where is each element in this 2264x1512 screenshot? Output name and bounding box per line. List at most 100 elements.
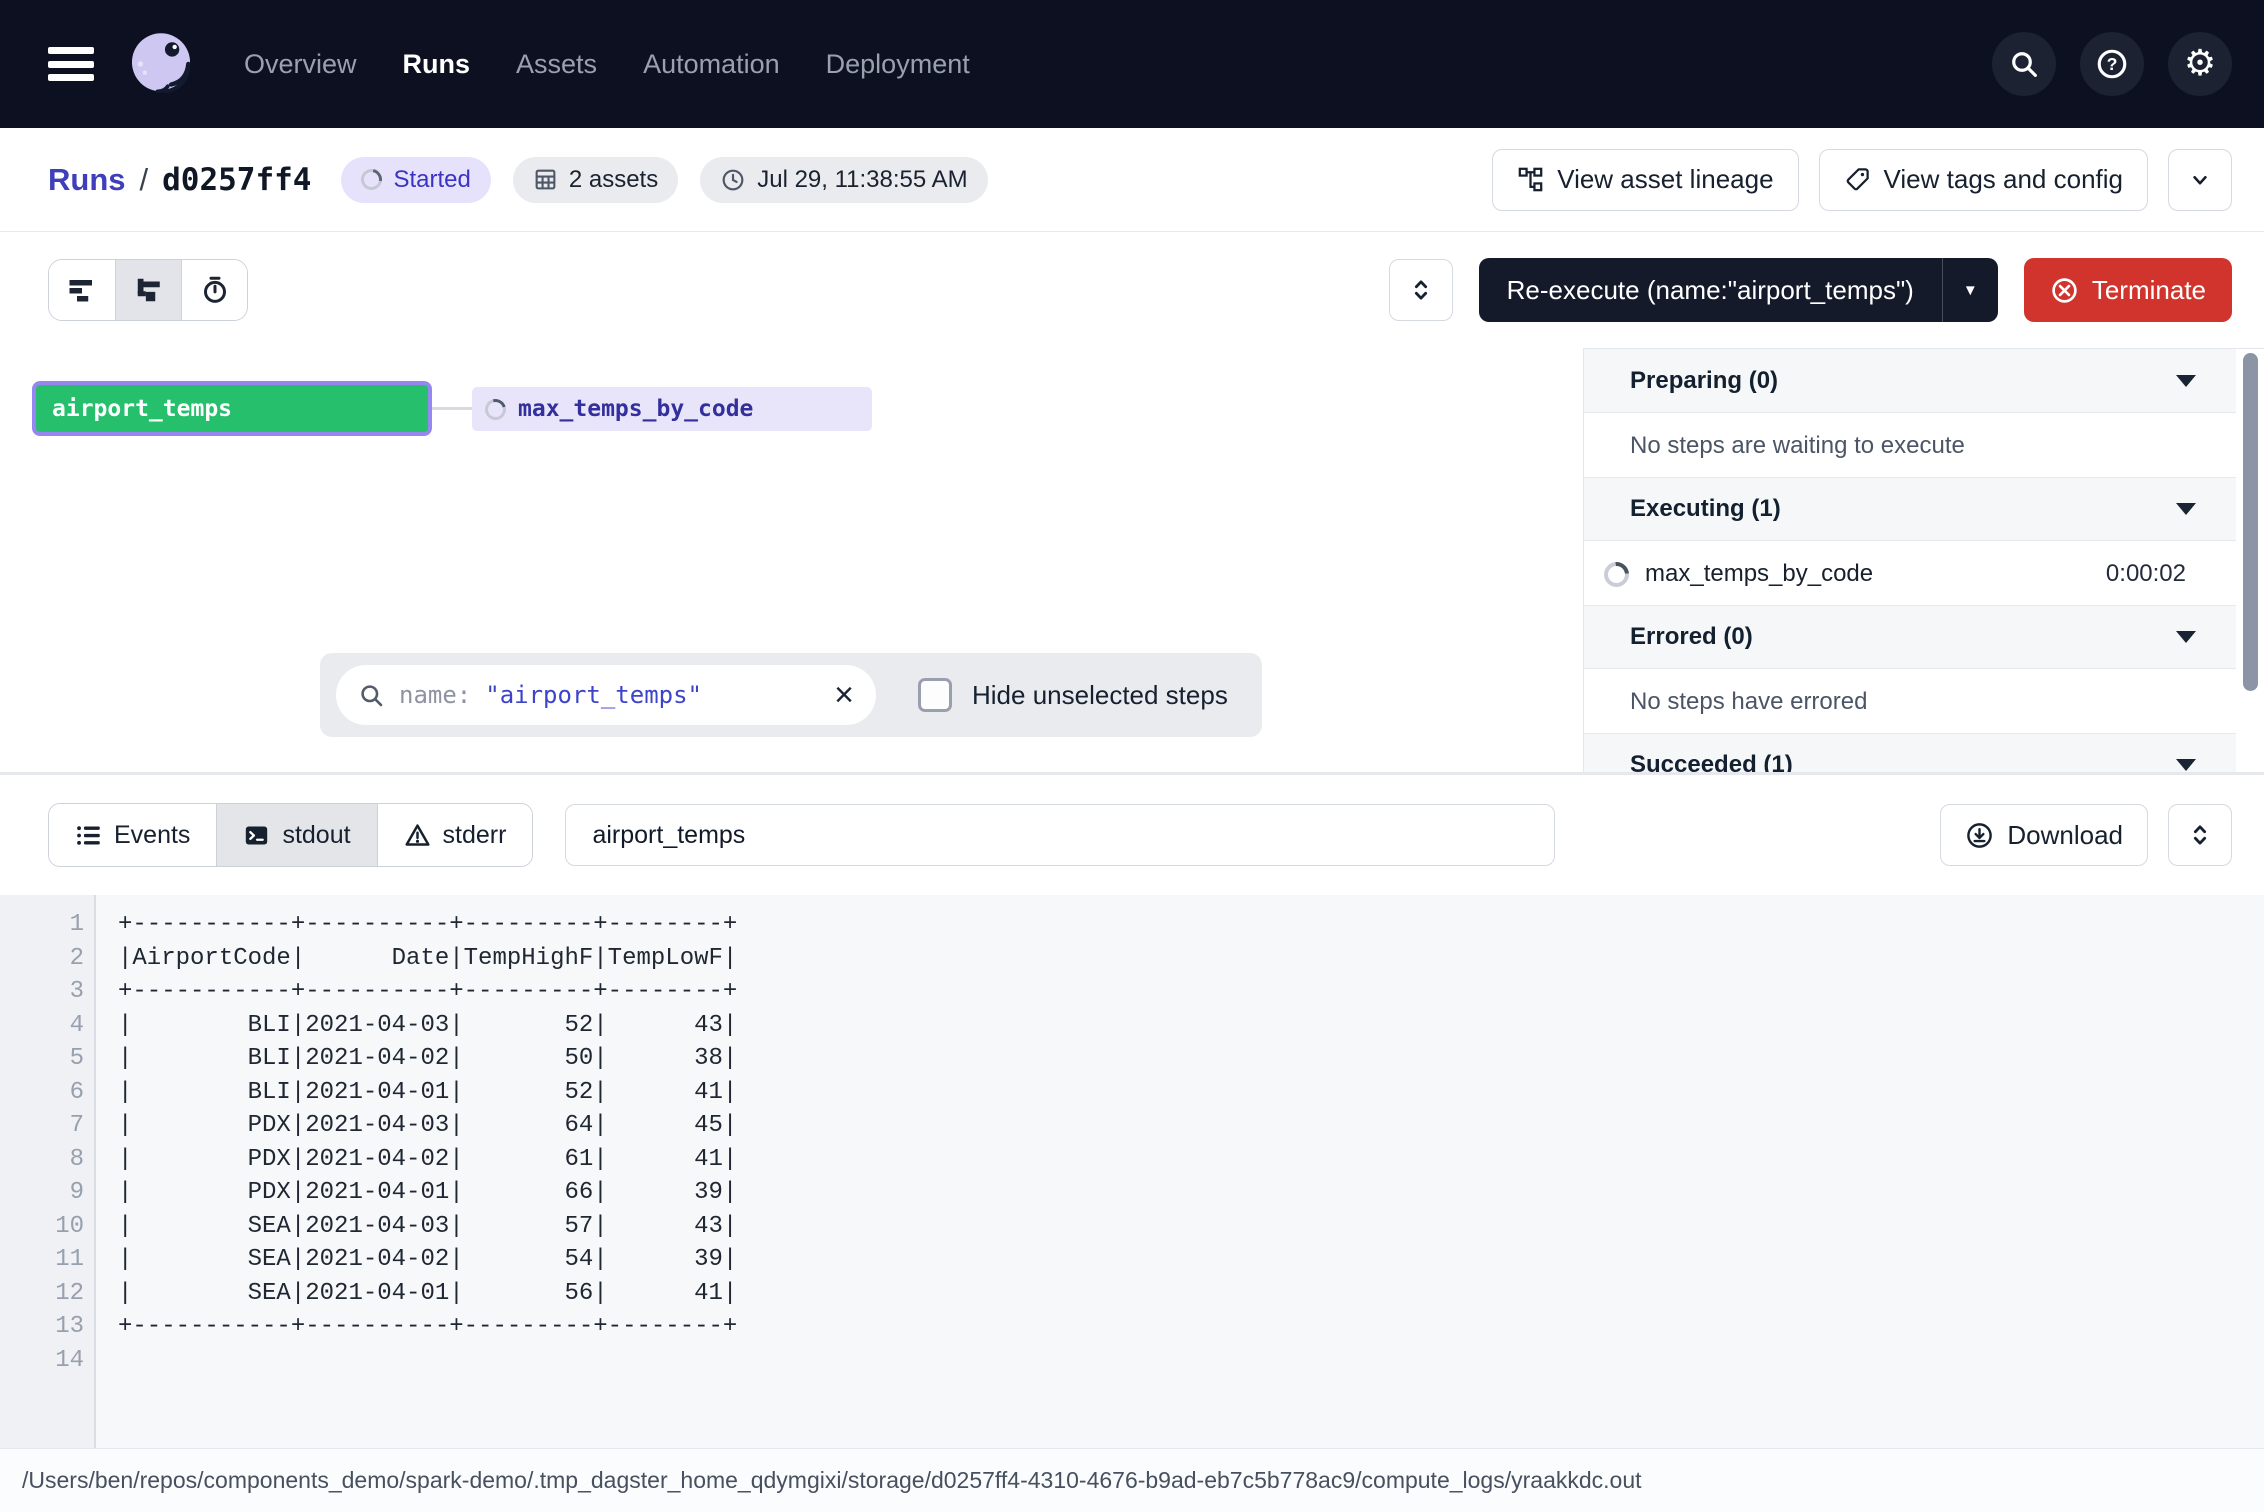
- logs-toolbar: Events stdout stderr Download: [0, 772, 2264, 895]
- search-icon: [358, 682, 385, 709]
- reexecute-dropdown-caret[interactable]: ▼: [1942, 258, 1998, 322]
- log-line: 13 +-----------+----------+---------+----…: [0, 1310, 2264, 1344]
- hide-unselected-steps-checkbox[interactable]: [918, 678, 952, 712]
- section-header-preparing[interactable]: Preparing (0): [1584, 349, 2236, 413]
- grid-icon: [533, 167, 558, 192]
- log-line-number: 6: [0, 1079, 84, 1106]
- graph-edge: [432, 407, 472, 410]
- step-filter-input[interactable]: name: "airport_temps" ×: [336, 665, 876, 725]
- log-line-text: +-----------+----------+---------+------…: [118, 978, 737, 1005]
- search-icon[interactable]: [1992, 32, 2056, 96]
- log-line-number: 7: [0, 1112, 84, 1139]
- log-line-text: | BLI|2021-04-03| 52| 43|: [118, 1012, 737, 1039]
- chevron-down-icon: [2187, 167, 2213, 193]
- collapse-triangle-icon: [2176, 375, 2196, 387]
- run-id: d0257ff4: [162, 162, 311, 198]
- filter-field-value: "airport_temps": [485, 681, 702, 709]
- help-icon[interactable]: ?: [2080, 32, 2144, 96]
- step-node-max-temps-by-code[interactable]: max_temps_by_code: [472, 387, 872, 431]
- nav-item-runs[interactable]: Runs: [403, 49, 471, 80]
- settings-gear-icon[interactable]: ⚙: [2168, 32, 2232, 96]
- warning-triangle-icon: [404, 822, 431, 849]
- more-run-actions-button[interactable]: [2168, 149, 2232, 211]
- hide-unselected-steps-label: Hide unselected steps: [972, 680, 1228, 711]
- expand-logs-button[interactable]: [2168, 804, 2232, 866]
- executing-step-row[interactable]: max_temps_by_code 0:00:02: [1584, 542, 2236, 606]
- nav-item-overview[interactable]: Overview: [244, 49, 357, 80]
- nav-item-automation[interactable]: Automation: [643, 49, 780, 80]
- log-line-text: +-----------+----------+---------+------…: [118, 911, 737, 938]
- top-navbar: Overview Runs Assets Automation Deployme…: [0, 0, 2264, 128]
- log-tabs: Events stdout stderr: [48, 803, 533, 867]
- download-button[interactable]: Download: [1940, 804, 2148, 866]
- log-step-filter-input[interactable]: [565, 804, 1555, 866]
- log-line-number: 5: [0, 1045, 84, 1072]
- timer-view-icon[interactable]: [181, 260, 247, 320]
- terminate-button[interactable]: Terminate: [2024, 258, 2232, 322]
- step-elapsed-time: 0:00:02: [2106, 560, 2186, 588]
- log-line-text: | SEA|2021-04-02| 54| 39|: [118, 1246, 737, 1273]
- log-line-text: +-----------+----------+---------+------…: [118, 1313, 737, 1340]
- log-line-text: | SEA|2021-04-03| 57| 43|: [118, 1213, 737, 1240]
- reexecute-split-button: Re-execute (name:"airport_temps") ▼: [1479, 258, 1998, 322]
- terminal-icon: [243, 822, 270, 849]
- preparing-empty-text: No steps are waiting to execute: [1584, 414, 2236, 478]
- reexecute-button[interactable]: Re-execute (name:"airport_temps"): [1479, 258, 1942, 322]
- log-line-number: 3: [0, 978, 84, 1005]
- log-line-number: 2: [0, 945, 84, 972]
- log-line: 3 +-----------+----------+---------+-----…: [0, 975, 2264, 1009]
- filter-field-prefix: name:: [399, 681, 471, 709]
- log-line: 2|AirportCode| Date|TempHighF|TempLowF|: [0, 942, 2264, 976]
- log-line-number: 12: [0, 1280, 84, 1307]
- step-filter-bar: name: "airport_temps" × Hide unselected s…: [320, 653, 1262, 737]
- status-badge: Started: [341, 157, 490, 203]
- log-line-number: 11: [0, 1246, 84, 1273]
- tab-stderr[interactable]: stderr: [377, 804, 533, 866]
- app-window: Overview Runs Assets Automation Deployme…: [0, 0, 2264, 1512]
- tab-stdout[interactable]: stdout: [216, 804, 376, 866]
- tab-events[interactable]: Events: [49, 804, 216, 866]
- nav-links: Overview Runs Assets Automation Deployme…: [244, 49, 970, 80]
- log-line-number: 9: [0, 1179, 84, 1206]
- step-node-airport-temps[interactable]: airport_temps: [32, 381, 432, 436]
- log-line-number: 1: [0, 911, 84, 938]
- view-mode-segmented-control: [48, 259, 248, 321]
- log-line: 12 | SEA|2021-04-01| 56| 41|: [0, 1277, 2264, 1311]
- expand-vertical-icon: [2186, 821, 2214, 849]
- log-line-text: | SEA|2021-04-01| 56| 41|: [118, 1280, 737, 1307]
- nav-item-assets[interactable]: Assets: [516, 49, 597, 80]
- tag-icon: [1844, 166, 1871, 193]
- section-header-succeeded[interactable]: Succeeded (1): [1584, 733, 2236, 772]
- list-icon: [75, 822, 102, 849]
- log-file-path: /Users/ben/repos/components_demo/spark-d…: [22, 1467, 1642, 1494]
- log-line-number: 8: [0, 1146, 84, 1173]
- view-asset-lineage-button[interactable]: View asset lineage: [1492, 149, 1798, 211]
- log-line-number: 13: [0, 1313, 84, 1340]
- section-header-errored[interactable]: Errored (0): [1584, 605, 2236, 669]
- stdout-log-panel: 1 +-----------+----------+---------+-----…: [0, 895, 2264, 1448]
- clear-filter-icon[interactable]: ×: [834, 678, 854, 712]
- status-spinner-icon: [357, 165, 386, 194]
- expand-vertical-icon: [1407, 276, 1435, 304]
- log-line-text: | BLI|2021-04-02| 50| 38|: [118, 1045, 737, 1072]
- section-header-executing[interactable]: Executing (1): [1584, 477, 2236, 541]
- hamburger-menu-icon[interactable]: [48, 47, 94, 81]
- flat-gantt-view-icon[interactable]: [49, 260, 115, 320]
- breadcrumb-runs-link[interactable]: Runs: [48, 162, 126, 198]
- nav-item-deployment[interactable]: Deployment: [826, 49, 970, 80]
- log-line: 7| PDX|2021-04-03| 64| 45|: [0, 1109, 2264, 1143]
- panel-scrollbar[interactable]: [2243, 353, 2258, 691]
- zoom-fit-control-button[interactable]: [1389, 259, 1453, 321]
- log-line: 10| SEA|2021-04-03| 57| 43|: [0, 1210, 2264, 1244]
- log-line: 5 | BLI|2021-04-02| 50| 38|: [0, 1042, 2264, 1076]
- collapse-triangle-icon: [2176, 759, 2196, 771]
- log-line: 1 +-----------+----------+---------+-----…: [0, 908, 2264, 942]
- log-file-path-footer: /Users/ben/repos/components_demo/spark-d…: [0, 1448, 2264, 1512]
- view-tags-and-config-button[interactable]: View tags and config: [1819, 149, 2148, 211]
- log-line: 8| PDX|2021-04-02| 61| 41|: [0, 1143, 2264, 1177]
- waterfall-gantt-view-icon[interactable]: [115, 260, 181, 320]
- collapse-triangle-icon: [2176, 631, 2196, 643]
- caret-down-icon: ▼: [1963, 282, 1978, 299]
- dagster-logo[interactable]: [120, 23, 202, 105]
- log-line: 6| BLI|2021-04-01| 52| 41|: [0, 1076, 2264, 1110]
